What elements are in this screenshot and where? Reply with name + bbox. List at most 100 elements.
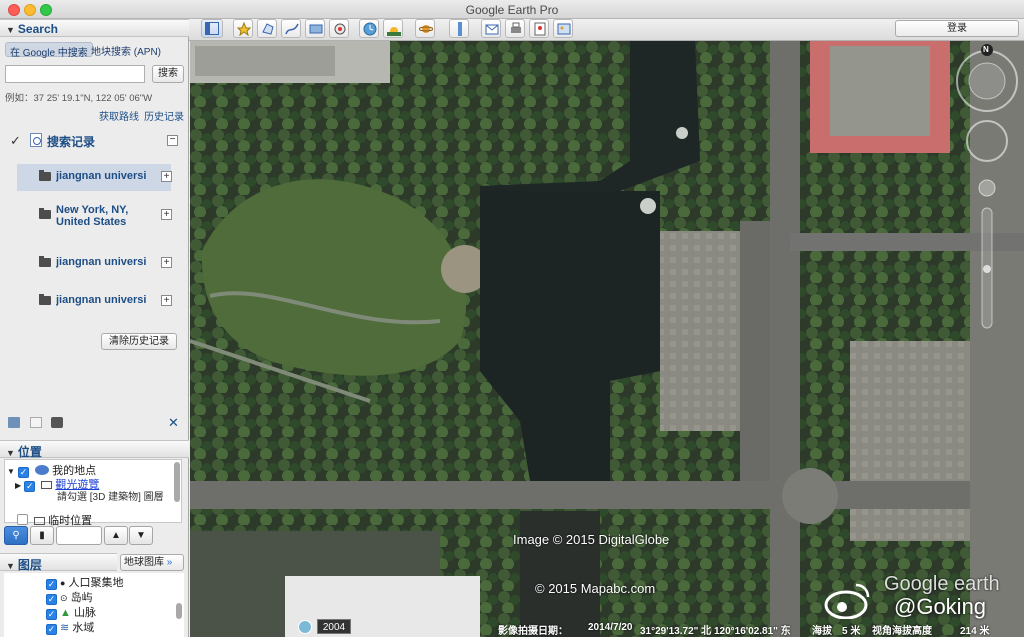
sunlight-icon[interactable] [383,19,403,38]
title-bar: Google Earth Pro [0,0,1024,19]
tab-parcel-search[interactable]: 地块搜索 (APN) [91,43,161,58]
layer-label: 岛屿 [70,592,93,604]
layer-label: 山脉 [73,607,96,619]
satellite-imagery [190,41,1024,637]
map-view[interactable]: Image © 2015 DigitalGlobe © 2015 Mapabc.… [190,41,1024,637]
author-watermark: @Goking [894,594,987,619]
polygon-icon[interactable] [257,19,277,38]
history-item-label: New York, NY, United States [56,204,129,228]
path-icon[interactable] [281,19,301,38]
places-section-title: 位置 [17,445,42,459]
directions-link[interactable]: 获取路线 [99,108,139,123]
folder-icon [39,294,51,305]
history-item-label: jiangnan universi [56,256,147,268]
add-icon[interactable]: + [161,171,172,182]
search-places-button[interactable]: ⚲ [4,526,28,545]
add-icon[interactable]: + [161,295,172,306]
water-icon: ≋ [60,622,70,634]
search-input[interactable] [5,65,145,83]
mountain-icon: ▲ [60,607,71,619]
layer-row[interactable]: ✓ ▲ 山脉 [46,604,96,620]
places-tree: ▼ ✓ 我的地点 ▶ ✓ 觀光遊覽 請勾選 [3D 建築物] 圖層 临时位置 [4,459,182,527]
history-title: 搜索记录 [47,135,96,149]
print-icon[interactable] [51,417,63,428]
status-altitude: 5 米 [842,626,861,637]
add-folder-icon[interactable] [8,417,20,428]
layer-row[interactable]: ✓ ≋ 水域 [46,619,94,635]
history-item[interactable]: New York, NY, United States + [17,202,172,229]
search-button[interactable]: 搜索 [152,65,184,83]
layers-section-header[interactable]: ▼ 图层 [0,553,117,572]
folder-icon [39,208,51,219]
historical-imagery-icon[interactable] [359,19,379,38]
login-button[interactable]: 登录 [895,20,1019,37]
panel-toggle-button[interactable]: ▮ [30,526,54,545]
history-check-icon[interactable]: ✓ [10,133,21,149]
layer-row[interactable]: ✓ ⊙ 岛屿 [46,589,93,605]
main-toolbar: 登录 [189,19,1024,41]
layers-scrollbar[interactable] [176,603,182,619]
island-icon: ⊙ [60,593,68,603]
folder-icon [39,256,51,267]
history-item[interactable]: jiangnan universi + [17,288,172,315]
earth-gallery-button[interactable]: 地球图库 » [120,554,184,571]
window-title: Google Earth Pro [465,3,559,17]
record-tour-icon[interactable] [329,19,349,38]
search-section-header[interactable]: ▼ Search [0,19,189,37]
planets-icon[interactable] [415,19,435,38]
status-eye-altitude: 214 米 [960,626,990,637]
history-item[interactable]: jiangnan universi + [17,164,172,191]
compass-north: N [983,45,989,54]
save-image-icon[interactable] [553,19,573,38]
google-earth-watermark: Google earth [884,573,1000,595]
globe-icon [35,465,50,475]
layer-label: 水域 [72,622,95,634]
history-item[interactable]: jiangnan universi + [17,250,172,277]
places-toolbar: ⚲ ▮ ▲ ▼ [4,526,184,546]
status-eye-label: 视角海拔高度 [872,626,932,637]
google-maps-icon[interactable] [529,19,549,38]
search-history-icon [30,133,42,147]
layer-row[interactable]: ✓ ● 人口聚集地 [46,574,124,590]
folder-icon [34,517,46,525]
folder-icon [41,481,53,489]
dot-icon: ● [60,578,66,588]
status-date-label: 影像拍摄日期： [498,626,568,637]
folder-icon [39,170,51,181]
search-section-title: Search [17,22,58,36]
sightseeing-note: 請勾選 [3D 建築物] 圖層 [57,492,164,503]
imagery-year: 2004 [317,619,351,634]
history-link[interactable]: 历史记录 [144,108,184,123]
move-up-button[interactable]: ▲ [104,526,128,545]
status-date: 2014/7/20 [588,622,633,633]
history-item-label: jiangnan universi [56,170,147,182]
places-section-header[interactable]: ▼ 位置 [0,440,189,459]
layers-list: ✓ ● 人口聚集地 ✓ ⊙ 岛屿 ✓ ▲ 山脉 ✓ ≋ 水域 [4,573,184,637]
collapse-icon[interactable]: − [167,135,178,146]
places-scrollbar[interactable] [174,462,180,502]
add-icon[interactable]: + [161,257,172,268]
copy-icon[interactable] [30,417,42,428]
sidebar-toggle-icon[interactable] [201,19,223,38]
image-overlay-icon[interactable] [305,19,325,38]
temp-places-checkbox[interactable] [17,514,28,525]
email-icon[interactable] [481,19,501,38]
tab-google-search[interactable]: 在 Google 中搜索 [5,42,93,59]
placemark-icon[interactable] [233,19,253,38]
status-altitude-label: 海拔 [812,626,832,637]
map-copyright: © 2015 Mapabc.com [535,581,656,596]
historical-clock-icon[interactable] [298,620,312,634]
weibo-logo-icon [824,583,870,619]
image-copyright: Image © 2015 DigitalGlobe [513,532,670,547]
close-icon[interactable]: ✕ [168,416,180,429]
sightseeing-checkbox[interactable]: ✓ [24,481,36,492]
navigation-controls[interactable] [950,43,1024,343]
move-down-button[interactable]: ▼ [129,526,153,545]
add-icon[interactable]: + [161,209,172,220]
ruler-icon[interactable] [449,19,469,38]
print-icon[interactable] [505,19,525,38]
sidebar: ▼ Search 在 Google 中搜索 地块搜索 (APN) 搜索 例如：37… [0,19,189,637]
history-item-label: jiangnan universi [56,294,147,306]
places-filter-input[interactable] [56,526,102,545]
clear-history-button[interactable]: 清除历史记录 [101,333,177,350]
